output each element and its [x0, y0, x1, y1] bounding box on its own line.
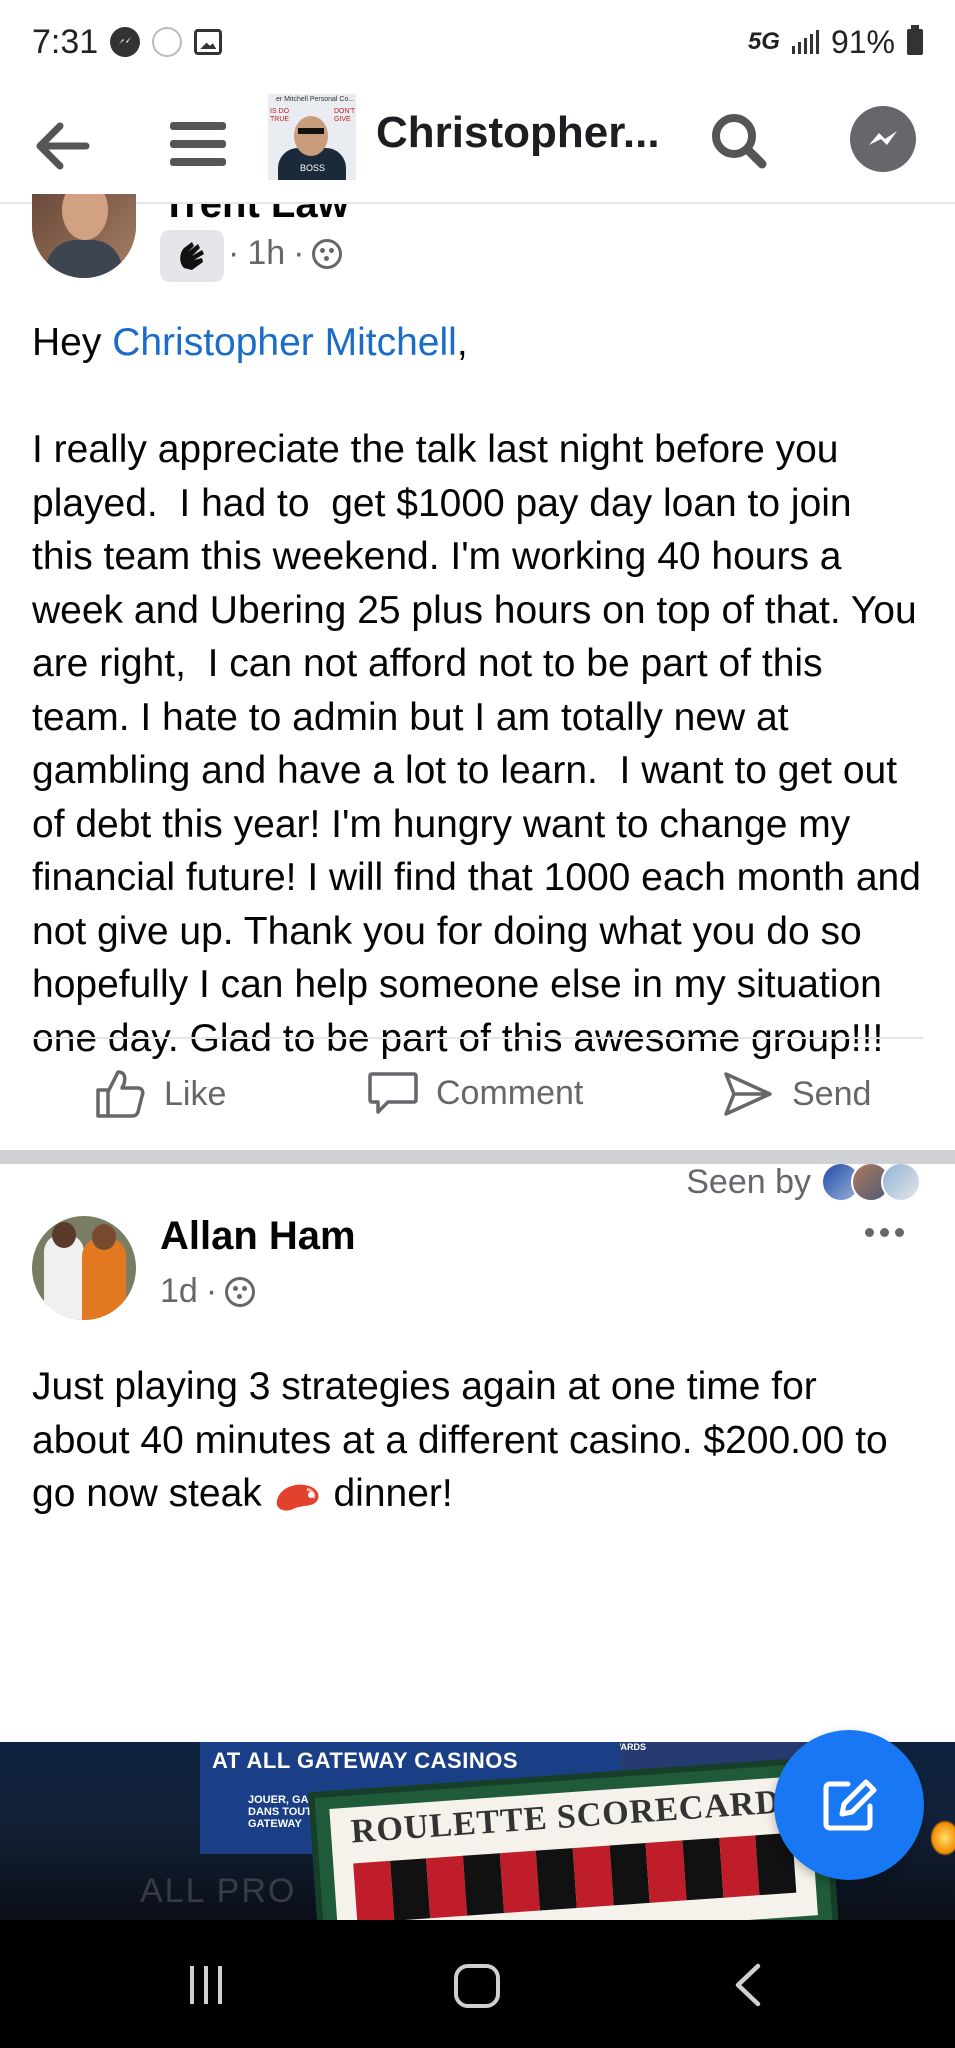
home-button[interactable]	[454, 1964, 500, 2008]
more-dot	[864, 1227, 874, 1237]
recent-apps-icon-bar	[190, 1966, 194, 2004]
signal-icon	[791, 30, 819, 54]
meta-dot: ·	[293, 234, 305, 272]
messenger-icon	[869, 131, 897, 145]
group-thumbnail[interactable]: er Mitchell Personal Co... IS DO TRUE DO…	[268, 94, 356, 180]
post-author[interactable]: Allan Ham	[160, 1214, 356, 1259]
hamburger-icon-bar	[170, 122, 226, 130]
post-body-text-end: dinner!	[322, 1472, 453, 1515]
post-time[interactable]: 1d	[160, 1272, 198, 1311]
thumb-sunglasses	[298, 128, 324, 134]
avatar-head-right	[92, 1224, 116, 1250]
thumb-right-text: DON'T GIVE	[334, 108, 356, 123]
post-meta: 1d ·	[160, 1272, 256, 1311]
thumb-shirt-text: BOSS	[300, 163, 326, 173]
more-dot	[894, 1227, 904, 1237]
mention-link[interactable]: Christopher Mitchell	[112, 321, 457, 364]
loading-ring-icon	[152, 27, 183, 57]
avatar-head-left	[52, 1222, 76, 1248]
battery-percent: 91%	[830, 23, 895, 60]
meta-dot: ·	[205, 1272, 218, 1310]
recent-apps-icon-bar	[204, 1966, 208, 2004]
waving-hand-icon	[180, 242, 204, 270]
back-button[interactable]	[30, 114, 94, 178]
messenger-button[interactable]	[850, 106, 916, 172]
greeting-prefix: Hey	[32, 321, 113, 364]
post-text: Hey Christopher Mitchell, I really appre…	[32, 316, 922, 1065]
photo-sign-text: AT ALL GATEWAY CASINOS	[212, 1748, 518, 1773]
system-nav-bar	[0, 1920, 955, 2048]
scorecard-face: ROULETTE SCORECARD	[329, 1775, 818, 1920]
menu-button[interactable]	[170, 110, 226, 178]
steak-emoji-icon	[276, 1484, 319, 1511]
post-card: Allan Ham 1d · Just playing 3 strategies…	[0, 1164, 955, 1744]
send-arrow-icon	[724, 1072, 772, 1116]
status-time: 7:31	[32, 22, 99, 61]
photo-background-text: ALL PRO	[140, 1872, 297, 1910]
group-privacy-icon	[225, 1276, 256, 1307]
app-header: er Mitchell Personal Co... IS DO TRUE DO…	[0, 84, 955, 204]
post-actions: Like Comment Send	[0, 1066, 955, 1150]
post-meta: · 1h ·	[228, 234, 343, 273]
recent-apps-button[interactable]	[190, 1966, 230, 2004]
comment-button[interactable]: Comment	[366, 1066, 583, 1120]
status-right: 5G 91%	[748, 24, 923, 61]
comment-label: Comment	[436, 1073, 584, 1112]
status-left: 7:31	[32, 22, 223, 62]
comment-bubble-icon	[368, 1072, 418, 1114]
compose-pencil-icon	[823, 1779, 877, 1831]
thumb-left-text: IS DO TRUE	[270, 108, 290, 123]
search-button[interactable]	[706, 108, 774, 176]
group-name-title[interactable]: Christopher...	[376, 108, 660, 158]
avatar-body	[46, 240, 122, 278]
post-body-text: Just playing 3 strategies again at one t…	[32, 1365, 899, 1515]
like-button[interactable]: Like	[92, 1066, 226, 1122]
like-label: Like	[164, 1074, 227, 1113]
divider	[32, 1037, 923, 1039]
battery-icon	[907, 25, 923, 55]
network-type: 5G	[747, 28, 780, 55]
post-text: Just playing 3 strategies again at one t…	[32, 1360, 922, 1521]
avatar-person-right	[82, 1238, 126, 1320]
thumbs-up-icon	[96, 1070, 145, 1118]
more-dot	[879, 1227, 889, 1237]
image-notification-icon	[194, 29, 223, 55]
recent-apps-icon-bar	[218, 1966, 222, 2004]
compose-button[interactable]	[774, 1730, 924, 1880]
post-body-text: I really appreciate the talk last night …	[32, 428, 932, 1060]
chevron-left-icon	[735, 1963, 761, 2007]
status-bar: 7:31 5G 91%	[0, 0, 955, 84]
more-options-button[interactable]	[860, 1220, 908, 1244]
post-time[interactable]: 1h	[247, 234, 285, 273]
messenger-notification-icon	[110, 27, 141, 57]
hamburger-icon-bar	[170, 158, 226, 166]
new-member-badge[interactable]	[160, 230, 224, 282]
system-back-button[interactable]	[728, 1960, 768, 2010]
avatar[interactable]	[32, 1216, 136, 1320]
thumb-caption: er Mitchell Personal Co...	[276, 96, 355, 103]
greeting-suffix: ,	[456, 321, 468, 364]
avatar[interactable]	[32, 194, 136, 278]
photo-light	[930, 1820, 955, 1856]
arrow-left-icon	[36, 122, 90, 170]
search-icon	[712, 114, 767, 169]
meta-dot: ·	[228, 234, 240, 272]
hamburger-icon-bar	[170, 140, 226, 148]
feed-separator	[0, 1150, 955, 1164]
send-label: Send	[792, 1074, 872, 1113]
send-button[interactable]: Send	[720, 1066, 871, 1122]
group-privacy-icon	[312, 238, 343, 269]
thumb-face	[294, 116, 328, 156]
